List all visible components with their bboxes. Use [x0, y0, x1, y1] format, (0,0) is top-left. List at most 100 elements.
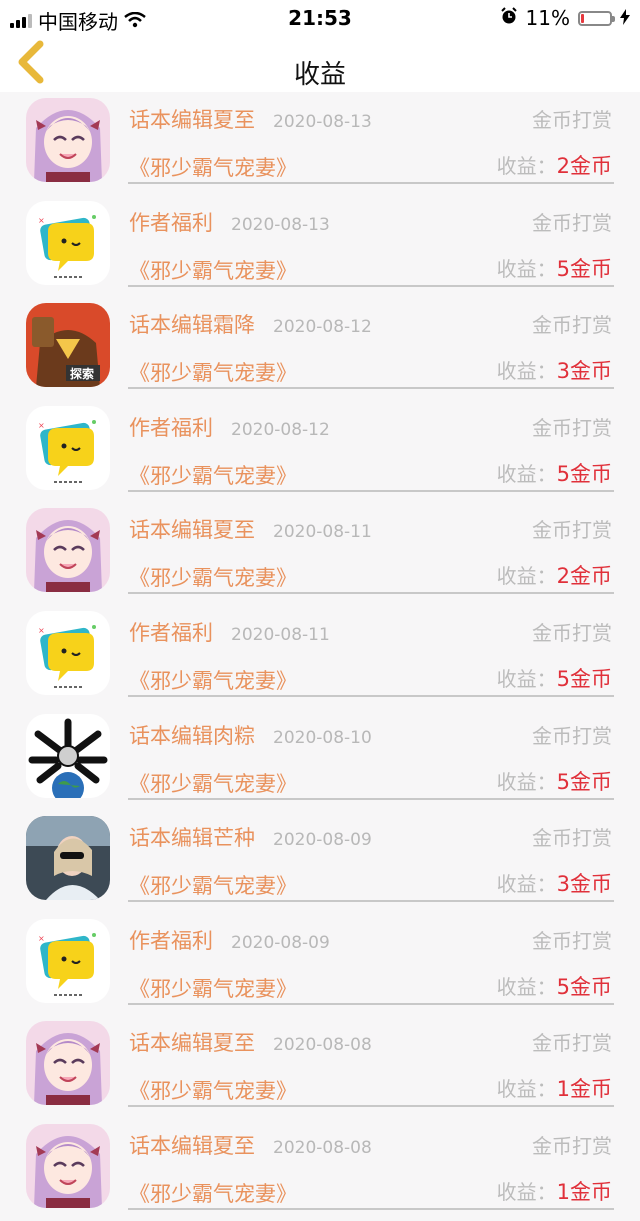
- reward-date: 2020-08-08: [273, 1137, 372, 1158]
- book-title: 《邪少霸气宠妻》: [129, 668, 297, 693]
- avatar: 探索: [26, 303, 110, 388]
- sender-line: 话本编辑夏至 2020-08-08: [129, 1130, 372, 1160]
- divider: [128, 489, 614, 492]
- reward-type: 金币打赏: [532, 313, 612, 338]
- sender-name: 话本编辑夏至: [129, 518, 255, 543]
- book-title: 《邪少霸气宠妻》: [129, 976, 297, 1001]
- sender-line: 话本编辑夏至 2020-08-08: [129, 1027, 372, 1057]
- divider: [128, 1105, 614, 1108]
- earnings-amount: 5金币: [556, 974, 612, 999]
- reward-type: 金币打赏: [532, 415, 612, 440]
- earnings: 收益：5金币: [497, 253, 612, 283]
- reward-date: 2020-08-13: [231, 214, 330, 235]
- earning-row[interactable]: × 作者福利 2020-08-11 金币打赏 《邪少霸气宠妻》 收益：5金币: [0, 605, 640, 708]
- sender-line: 话本编辑肉粽 2020-08-10: [129, 720, 372, 750]
- earnings-amount: 5金币: [556, 256, 612, 281]
- earnings: 收益：1金币: [497, 1073, 612, 1103]
- divider: [128, 182, 614, 184]
- reward-type: 金币打赏: [532, 210, 612, 235]
- sender-name: 话本编辑肉粽: [129, 723, 255, 748]
- divider: [128, 900, 614, 903]
- anime-girl-icon: [26, 98, 110, 182]
- sender-line: 作者福利 2020-08-13: [129, 207, 330, 237]
- earning-row[interactable]: × 作者福利 2020-08-12 金币打赏 《邪少霸气宠妻》 收益：5金币: [0, 400, 640, 503]
- earnings-label: 收益：: [496, 359, 557, 384]
- status-bar: 中国移动 21:53 11%: [0, 0, 640, 36]
- earnings-amount: 5金币: [556, 769, 612, 794]
- battery-percent: 11%: [525, 6, 570, 30]
- chat-bubble-logo-icon: ×: [26, 405, 110, 490]
- earning-row[interactable]: × 作者福利 2020-08-13 金币打赏 《邪少霸气宠妻》 收益：5金币: [0, 195, 640, 298]
- earning-row[interactable]: 话本编辑芒种 2020-08-09 金币打赏 《邪少霸气宠妻》 收益：3金币: [0, 810, 640, 913]
- chat-bubble-logo-icon: ×: [26, 200, 110, 285]
- earnings-amount: 2金币: [556, 564, 612, 589]
- reward-type: 金币打赏: [532, 108, 612, 132]
- earnings-label: 收益：: [496, 564, 557, 589]
- divider: [128, 694, 614, 697]
- earnings-amount: 3金币: [556, 872, 612, 897]
- reward-date: 2020-08-09: [231, 932, 330, 953]
- sender-line: 作者福利 2020-08-09: [129, 925, 330, 955]
- reward-date: 2020-08-13: [273, 112, 372, 132]
- anime-girl-icon: [26, 1021, 110, 1106]
- charging-icon: [620, 6, 630, 30]
- sender-name: 作者福利: [129, 210, 213, 235]
- divider: [128, 1002, 614, 1005]
- earning-row[interactable]: 话本编辑夏至 2020-08-08 金币打赏 《邪少霸气宠妻》 收益：1金币: [0, 1118, 640, 1221]
- chat-bubble-logo-icon: ×: [26, 610, 110, 695]
- battery-icon: [578, 10, 615, 26]
- sender-line: 话本编辑夏至 2020-08-13: [129, 104, 372, 134]
- book-title: 《邪少霸气宠妻》: [129, 463, 297, 488]
- earnings-list: 话本编辑夏至 2020-08-13 金币打赏 《邪少霸气宠妻》 收益：2金币 × …: [0, 92, 640, 1221]
- earning-row[interactable]: 话本编辑夏至 2020-08-13 金币打赏 《邪少霸气宠妻》 收益：2金币: [0, 92, 640, 195]
- earnings-amount: 1金币: [556, 1179, 612, 1204]
- sender-line: 话本编辑夏至 2020-08-11: [129, 514, 372, 544]
- book-title: 《邪少霸气宠妻》: [129, 874, 297, 899]
- sender-line: 作者福利 2020-08-12: [129, 412, 330, 442]
- earning-row[interactable]: 探索 话本编辑霜降 2020-08-12 金币打赏 《邪少霸气宠妻》 收益：3金币: [0, 297, 640, 400]
- book-title: 《邪少霸气宠妻》: [129, 771, 297, 796]
- reward-type: 金币打赏: [532, 620, 612, 645]
- avatar: ×: [26, 405, 110, 490]
- earnings-label: 收益：: [496, 256, 557, 281]
- avatar: ×: [26, 918, 110, 1003]
- earnings: 收益：3金币: [497, 868, 612, 898]
- avatar: [26, 98, 110, 182]
- earning-row[interactable]: 话本编辑夏至 2020-08-11 金币打赏 《邪少霸气宠妻》 收益：2金币: [0, 502, 640, 605]
- earnings: 收益：1金币: [497, 1176, 612, 1206]
- earning-row[interactable]: × 作者福利 2020-08-09 金币打赏 《邪少霸气宠妻》 收益：5金币: [0, 913, 640, 1016]
- divider: [128, 1207, 614, 1210]
- sender-name: 作者福利: [129, 928, 213, 953]
- status-right: 11%: [500, 6, 630, 30]
- sender-name: 作者福利: [129, 415, 213, 440]
- book-title: 《邪少霸气宠妻》: [129, 566, 297, 591]
- reward-type: 金币打赏: [532, 826, 612, 851]
- divider: [128, 387, 614, 390]
- earnings-amount: 3金币: [556, 359, 612, 384]
- svg-text:×: ×: [38, 216, 45, 225]
- page-title: 收益: [293, 60, 346, 90]
- earnings-label: 收益：: [496, 769, 557, 794]
- reward-date: 2020-08-09: [273, 830, 372, 851]
- earnings: 收益：5金币: [497, 663, 612, 693]
- book-title: 《邪少霸气宠妻》: [129, 1079, 297, 1104]
- book-title: 《邪少霸气宠妻》: [129, 1181, 297, 1206]
- earnings-label: 收益：: [496, 154, 557, 178]
- earnings: 收益：5金币: [497, 766, 612, 796]
- sender-name: 话本编辑夏至: [129, 108, 255, 132]
- book-title: 《邪少霸气宠妻》: [129, 156, 297, 180]
- avatar: [26, 816, 110, 901]
- earnings-label: 收益：: [496, 461, 557, 486]
- svg-text:×: ×: [38, 626, 45, 635]
- svg-text:×: ×: [38, 934, 45, 943]
- earth-bones-icon: [26, 713, 110, 798]
- reward-type: 金币打赏: [532, 1133, 612, 1158]
- photo-woman-icon: [26, 816, 110, 901]
- earning-row[interactable]: 话本编辑夏至 2020-08-08 金币打赏 《邪少霸气宠妻》 收益：1金币: [0, 1015, 640, 1118]
- book-title: 《邪少霸气宠妻》: [129, 361, 297, 386]
- sender-name: 作者福利: [129, 620, 213, 645]
- reward-date: 2020-08-10: [273, 727, 372, 748]
- anime-girl-icon: [26, 1123, 110, 1208]
- earning-row[interactable]: 话本编辑肉粽 2020-08-10 金币打赏 《邪少霸气宠妻》 收益：5金币: [0, 708, 640, 811]
- svg-text:探索: 探索: [70, 366, 94, 381]
